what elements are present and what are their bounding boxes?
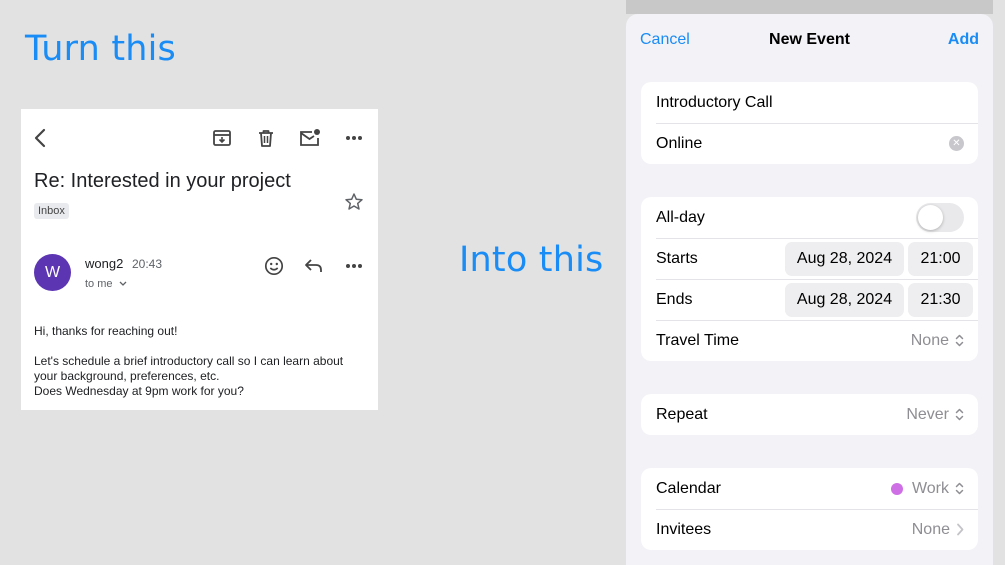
add-button[interactable]: Add [948, 31, 979, 49]
sheet-backdrop [626, 0, 993, 14]
repeat-row[interactable]: Repeat Never [641, 394, 978, 435]
ends-date-button[interactable]: Aug 28, 2024 [785, 282, 904, 317]
back-arrow-icon[interactable] [27, 125, 53, 151]
starts-time-button[interactable]: 21:00 [908, 241, 973, 276]
trash-icon[interactable] [253, 125, 279, 151]
chevron-up-down-icon [955, 334, 964, 347]
calendar-value: Work [911, 479, 949, 497]
event-location-field[interactable]: Online ✕ [641, 123, 978, 164]
event-location-value: Online [656, 134, 703, 152]
headline-into-this: Into this [459, 240, 604, 280]
invitees-row[interactable]: Invitees None [641, 509, 978, 550]
message-more-icon[interactable] [341, 253, 367, 279]
repeat-label: Repeat [656, 405, 708, 423]
ends-time-button[interactable]: 21:30 [908, 282, 973, 317]
email-body-line: Hi, thanks for reaching out! [34, 324, 178, 338]
email-time: 20:43 [132, 257, 163, 271]
chevron-right-icon [957, 523, 964, 536]
title-location-group: Introductory Call Online ✕ [641, 82, 978, 164]
sender-avatar[interactable]: W [34, 254, 71, 291]
event-title-field[interactable]: Introductory Call [641, 82, 978, 123]
more-icon[interactable] [341, 125, 367, 151]
mark-unread-icon[interactable] [297, 125, 323, 151]
event-title-value: Introductory Call [656, 93, 773, 111]
archive-icon[interactable] [209, 125, 235, 151]
calendar-color-dot [890, 482, 903, 495]
invitees-value: None [911, 520, 950, 538]
cancel-button[interactable]: Cancel [640, 31, 690, 49]
ends-label: Ends [656, 290, 693, 308]
repeat-value: Never [906, 405, 949, 423]
recipient-label: to me [85, 278, 113, 290]
starts-row: Starts Aug 28, 2024 21:00 [641, 238, 978, 279]
email-subject: Re: Interested in your project [34, 170, 291, 192]
travel-time-value: None [910, 331, 949, 349]
invitees-label: Invitees [656, 520, 712, 538]
toggle-knob [918, 205, 943, 230]
time-group: All-day Starts Aug 28, 2024 21:00 Ends A… [641, 197, 978, 361]
sender-name: wong2 [85, 256, 124, 271]
ends-row: Ends Aug 28, 2024 21:30 [641, 279, 978, 320]
recipient-toggle[interactable]: to me [85, 278, 127, 290]
calendar-row[interactable]: Calendar Work [641, 468, 978, 509]
all-day-row: All-day [641, 197, 978, 238]
email-card: Re: Interested in your project Inbox W w… [21, 109, 378, 410]
inbox-label-badge[interactable]: Inbox [34, 203, 69, 219]
all-day-label: All-day [656, 208, 705, 226]
travel-time-label: Travel Time [656, 331, 739, 349]
calendar-label: Calendar [656, 479, 721, 497]
starts-label: Starts [656, 249, 698, 267]
chevron-down-icon [119, 281, 127, 286]
repeat-group: Repeat Never [641, 394, 978, 435]
email-body-line: your background, preferences, etc. [34, 369, 220, 383]
chevron-up-down-icon [955, 482, 964, 495]
headline-turn-this: Turn this [25, 29, 176, 69]
clear-icon[interactable]: ✕ [949, 136, 964, 151]
starts-date-button[interactable]: Aug 28, 2024 [785, 241, 904, 276]
new-event-sheet: New Event Cancel Add Introductory Call O… [626, 14, 993, 565]
star-icon[interactable] [341, 189, 367, 215]
reply-icon[interactable] [301, 253, 327, 279]
all-day-toggle[interactable] [916, 203, 964, 232]
emoji-reaction-icon[interactable] [261, 253, 287, 279]
chevron-up-down-icon [955, 408, 964, 421]
email-body-line: Let's schedule a brief introductory call… [34, 354, 344, 368]
email-body-line: Does Wednesday at 9pm work for you? [34, 384, 244, 398]
calendar-invitees-group: Calendar Work Invitees None [641, 468, 978, 550]
travel-time-row[interactable]: Travel Time None [641, 320, 978, 361]
